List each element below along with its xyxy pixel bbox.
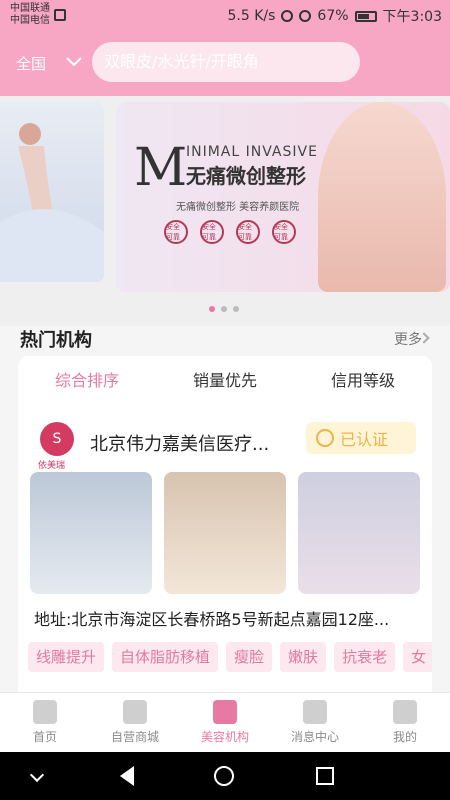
store-icon [123, 700, 147, 724]
hide-nav-icon[interactable] [29, 767, 45, 783]
carrier-line-1: 中国联通 [10, 3, 50, 14]
institution-logo-caption: 依美瑞 [38, 461, 66, 471]
wifi-icon [299, 10, 312, 22]
corridor-photo[interactable] [164, 472, 286, 594]
nav-label: 美容机构 [200, 730, 249, 744]
dancer-image [0, 123, 104, 282]
institution-logo[interactable]: S [40, 422, 74, 456]
alarm-icon [281, 10, 294, 22]
building-photo[interactable] [30, 472, 152, 594]
recent-apps-icon[interactable] [316, 767, 334, 785]
home-circle-icon[interactable] [214, 766, 234, 786]
message-icon [303, 700, 327, 724]
nav-label: 我的 [392, 730, 417, 744]
service-tag[interactable]: 线雕提升 [28, 642, 105, 672]
medical-kit-icon [213, 700, 237, 724]
certified-badge: 已认证 [306, 422, 416, 454]
carousel-indicator [209, 306, 239, 312]
chevron-down-icon[interactable] [64, 52, 84, 72]
nav-messages[interactable]: 消息中心 [270, 693, 360, 752]
more-link[interactable]: 更多 [394, 329, 422, 349]
main-banner[interactable]: M INIMAL INVASIVE 无痛微创整形 无痛微创整形 美容养颜医院 安… [116, 102, 450, 292]
tab-sales[interactable]: 销量优先 [156, 366, 294, 396]
status-bar: 中国联通 中国电信 5.5 K/s 67% 下午3:03 [0, 0, 450, 30]
service-tags: 线雕提升 自体脂肪移植 瘦脸 嫩肤 抗衰老 女 [28, 642, 432, 672]
institution-name[interactable]: 北京伟力嘉美信医疗... [90, 430, 290, 456]
banner-big-letter: M [134, 138, 188, 198]
tab-credit[interactable]: 信用等级 [294, 366, 432, 396]
tab-comprehensive[interactable]: 综合排序 [18, 366, 156, 396]
medal-icon [316, 429, 334, 447]
safety-badge: 安全可靠 [236, 220, 260, 244]
service-tag[interactable]: 女 [403, 642, 432, 672]
service-tag[interactable]: 抗衰老 [334, 642, 396, 672]
home-icon [33, 700, 57, 724]
model-face-image [318, 102, 446, 292]
certified-label: 已认证 [340, 430, 389, 449]
service-tag[interactable]: 嫩肤 [280, 642, 327, 672]
nav-profile[interactable]: 我的 [360, 693, 450, 752]
carrier-info: 中国联通 中国电信 [10, 3, 66, 27]
banner-subtitle: 无痛微创整形 美容养颜医院 [176, 202, 300, 213]
network-speed: 5.5 K/s [227, 8, 276, 24]
previous-banner-card[interactable] [0, 102, 104, 282]
system-navigation-bar [0, 752, 450, 800]
top-header: 全国 双眼皮/水光针/开眼角 [0, 30, 450, 100]
institution-address: 地址:北京市海淀区长春桥路5号新起点嘉园12座... [34, 610, 390, 629]
search-input[interactable]: 双眼皮/水光针/开眼角 [92, 42, 360, 82]
carousel-dot [221, 306, 227, 312]
nav-beauty-institutions[interactable]: 美容机构 [180, 693, 270, 752]
status-indicators: 5.5 K/s 67% 下午3:03 [228, 6, 442, 26]
sort-tabs: 综合排序 销量优先 信用等级 [18, 366, 432, 396]
banner-title: 无痛微创整形 [186, 164, 306, 188]
back-icon[interactable] [120, 766, 134, 786]
section-title: 热门机构 [20, 330, 92, 351]
service-tag[interactable]: 瘦脸 [226, 642, 273, 672]
user-icon [393, 700, 417, 724]
carrier-line-2: 中国电信 [10, 15, 50, 26]
lounge-photo[interactable] [298, 472, 420, 594]
nav-label: 首页 [32, 730, 57, 744]
carousel-dot-active [209, 306, 215, 312]
nav-label: 消息中心 [290, 730, 339, 744]
bottom-navigation: 首页 自营商城 美容机构 消息中心 我的 [0, 692, 450, 752]
banner-english-text: INIMAL INVASIVE [186, 144, 318, 160]
nav-store[interactable]: 自营商城 [90, 693, 180, 752]
sim-icon [54, 9, 66, 21]
institution-card: 综合排序 销量优先 信用等级 S 依美瑞 北京伟力嘉美信医疗... 已认证 地址… [18, 356, 432, 700]
battery-percent: 67% [317, 8, 349, 24]
nav-home[interactable]: 首页 [0, 693, 90, 752]
battery-icon [354, 10, 377, 22]
banner-badges: 安全可靠 安全可靠 安全可靠 安全可靠 [164, 220, 296, 244]
banner-carousel[interactable]: M INIMAL INVASIVE 无痛微创整形 无痛微创整形 美容养颜医院 安… [0, 96, 450, 326]
carousel-dot [233, 306, 239, 312]
safety-badge: 安全可靠 [272, 220, 296, 244]
institution-photos [30, 472, 420, 594]
service-tag[interactable]: 自体脂肪移植 [112, 642, 219, 672]
nav-label: 自营商城 [110, 730, 159, 744]
safety-badge: 安全可靠 [164, 220, 188, 244]
region-selector[interactable]: 全国 [16, 53, 46, 74]
safety-badge: 安全可靠 [200, 220, 224, 244]
clock: 下午3:03 [382, 9, 442, 25]
